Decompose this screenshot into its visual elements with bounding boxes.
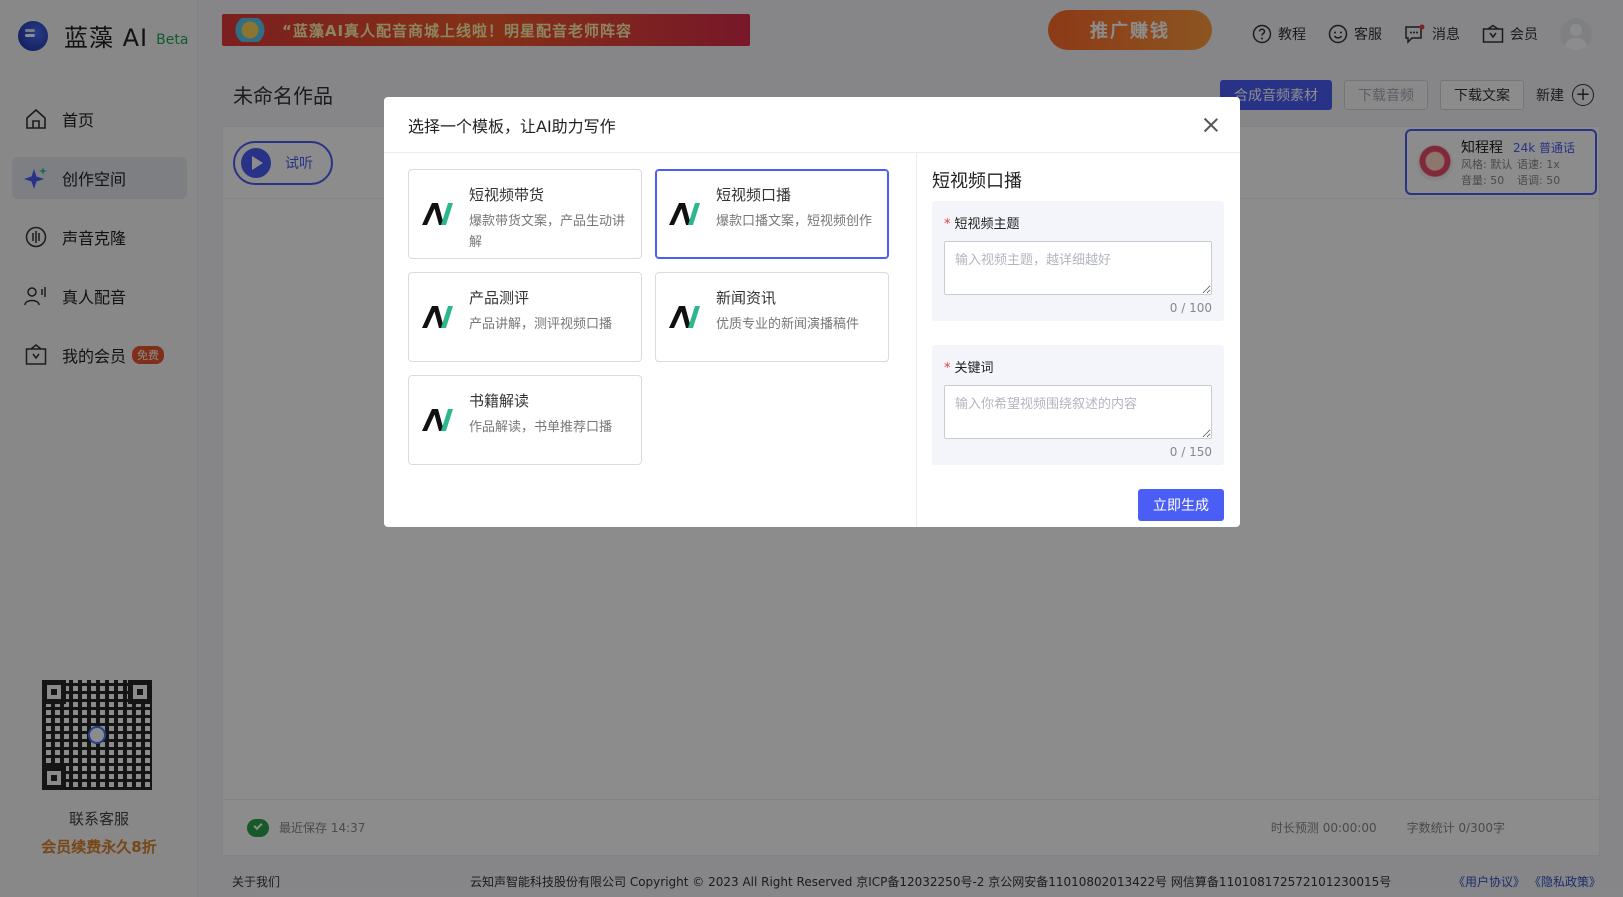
- template-grid: 短视频带货爆款带货文案，产品生动讲解 短视频口播爆款口播文案，短视频创作 产品测…: [408, 169, 902, 465]
- keywords-field: *关键词 0 / 150: [932, 345, 1224, 465]
- template-title: 产品测评: [469, 289, 530, 307]
- template-card-short-video-talk[interactable]: 短视频口播爆款口播文案，短视频创作: [655, 169, 889, 259]
- template-desc: 爆款口播文案，短视频创作: [716, 214, 873, 229]
- topic-char-count: 0 / 100: [1169, 301, 1212, 315]
- template-desc: 产品讲解，测评视频口播: [469, 317, 613, 332]
- template-title: 新闻资讯: [716, 289, 777, 307]
- ai-icon: [669, 203, 700, 225]
- template-desc: 作品解读，书单推荐口播: [469, 420, 613, 435]
- topic-label: * 短视频主题: [944, 213, 1212, 232]
- template-desc: 爆款带货文案，产品生动讲解: [469, 214, 626, 250]
- keywords-label: * 关键词: [944, 357, 1212, 376]
- template-card-product-review[interactable]: 产品测评产品讲解，测评视频口播: [408, 272, 642, 362]
- template-desc: 优质专业的新闻演播稿件: [716, 317, 860, 332]
- keywords-label-text: 关键词: [954, 361, 994, 376]
- template-modal: 选择一个模板，让AI助力写作 短视频带货爆款带货文案，产品生动讲解 短视频口播爆…: [384, 97, 1240, 527]
- template-card-product-sales[interactable]: 短视频带货爆款带货文案，产品生动讲解: [408, 169, 642, 259]
- required-mark: *: [944, 217, 951, 232]
- close-icon[interactable]: [1200, 114, 1222, 136]
- ai-icon: [422, 306, 453, 328]
- ai-icon: [422, 203, 453, 225]
- template-title: 书籍解读: [469, 392, 530, 410]
- ai-icon: [669, 306, 700, 328]
- modal-header: 选择一个模板，让AI助力写作: [384, 97, 1240, 153]
- template-card-book-review[interactable]: 书籍解读作品解读，书单推荐口播: [408, 375, 642, 465]
- template-title: 短视频口播: [716, 186, 792, 204]
- ai-icon: [422, 409, 453, 431]
- topic-label-text: 短视频主题: [954, 217, 1020, 232]
- required-mark: *: [944, 361, 951, 376]
- generate-button[interactable]: 立即生成: [1138, 489, 1224, 521]
- topic-field: *短视频主题 0 / 100: [932, 201, 1224, 321]
- form-title: 短视频口播: [932, 171, 1022, 192]
- modal-divider: [916, 153, 917, 527]
- topic-input[interactable]: [944, 241, 1212, 295]
- template-card-news[interactable]: 新闻资讯优质专业的新闻演播稿件: [655, 272, 889, 362]
- template-title: 短视频带货: [469, 186, 545, 204]
- keywords-char-count: 0 / 150: [1169, 445, 1212, 459]
- modal-title: 选择一个模板，让AI助力写作: [408, 116, 616, 136]
- keywords-input[interactable]: [944, 385, 1212, 439]
- template-form: 短视频口播 *短视频主题 0 / 100 *关键词 0 / 150 立即生成: [932, 153, 1224, 527]
